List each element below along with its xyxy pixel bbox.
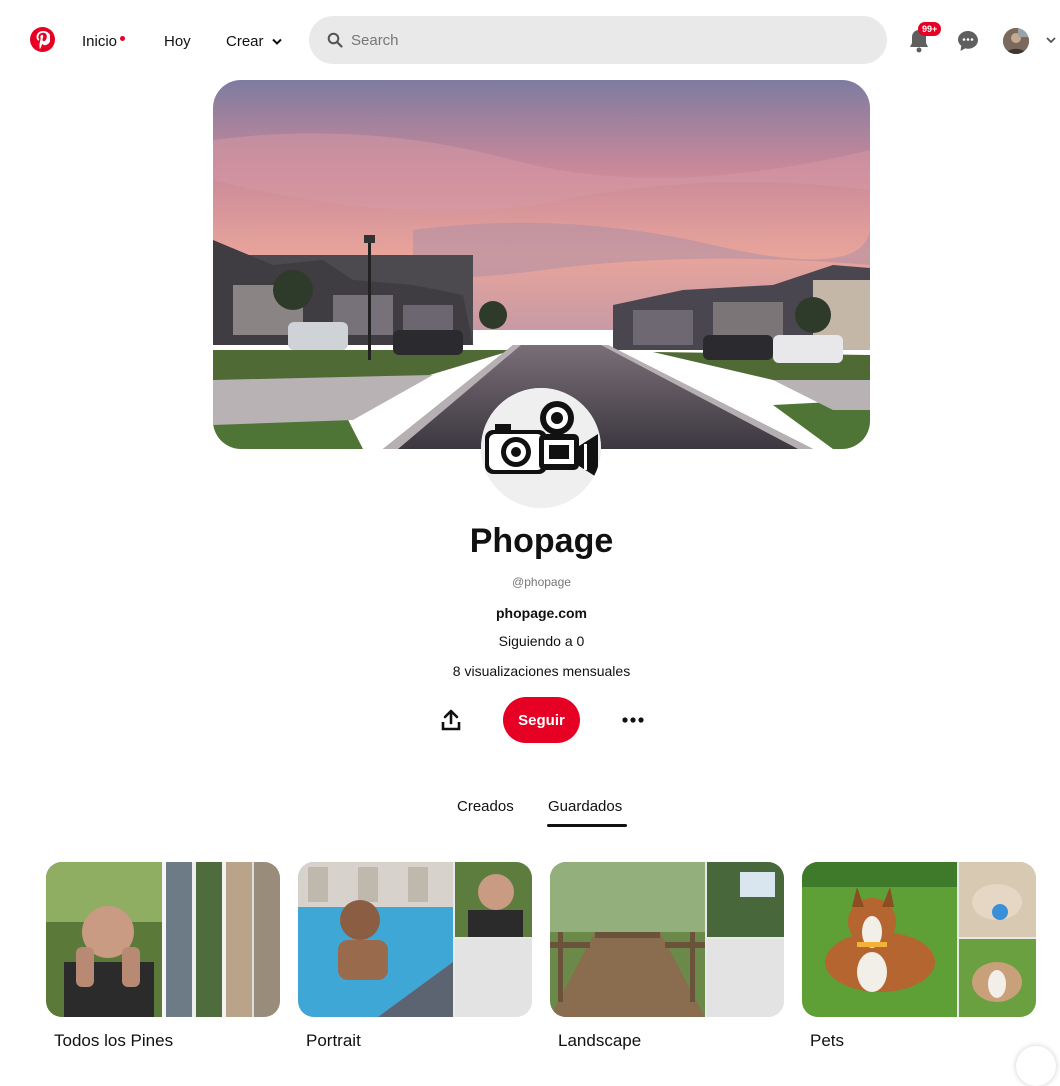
notifications-badge: 99+ xyxy=(918,22,942,36)
pinterest-logo-icon[interactable] xyxy=(30,27,55,52)
chevron-down-icon xyxy=(271,38,282,45)
search-icon xyxy=(327,32,343,48)
board-title[interactable]: Portrait xyxy=(306,1031,361,1051)
board-title[interactable]: Landscape xyxy=(558,1031,641,1051)
tab-creados[interactable]: Creados xyxy=(457,798,514,815)
user-avatar[interactable] xyxy=(1003,28,1029,54)
profile-website-link[interactable]: phopage.com xyxy=(0,605,1060,621)
nav-inicio[interactable]: Inicio xyxy=(82,33,126,50)
nav-hoy-label: Hoy xyxy=(164,33,191,50)
profile-avatar[interactable] xyxy=(481,388,601,508)
account-chevron-down-icon[interactable] xyxy=(1045,34,1057,46)
board-card[interactable] xyxy=(802,862,1036,1017)
active-tab-indicator xyxy=(547,824,627,827)
board-title[interactable]: Pets xyxy=(810,1031,844,1051)
search-input[interactable] xyxy=(349,30,853,50)
more-icon[interactable] xyxy=(620,707,646,733)
top-navigation: Inicio Hoy Crear 99+ xyxy=(0,0,1060,84)
nav-crear-label: Crear xyxy=(226,33,264,50)
monthly-views: 8 visualizaciones mensuales xyxy=(452,663,631,679)
help-button[interactable] xyxy=(1016,1046,1056,1086)
profile-name: Phopage xyxy=(469,522,614,560)
board-card[interactable] xyxy=(298,862,532,1017)
search-bar[interactable] xyxy=(309,16,887,64)
board-card[interactable] xyxy=(550,862,784,1017)
profile-handle: @phopage xyxy=(512,575,571,589)
following-count[interactable]: Siguiendo a 0 xyxy=(0,633,1060,649)
notification-dot xyxy=(120,35,126,41)
share-icon[interactable] xyxy=(441,709,461,731)
nav-hoy[interactable]: Hoy xyxy=(164,33,191,50)
nav-inicio-label: Inicio xyxy=(82,33,118,50)
follow-button[interactable]: Seguir xyxy=(503,697,580,743)
chat-icon[interactable] xyxy=(957,30,979,52)
nav-crear[interactable]: Crear xyxy=(226,33,282,50)
board-card[interactable] xyxy=(46,862,280,1017)
tab-guardados[interactable]: Guardados xyxy=(548,798,622,815)
board-title[interactable]: Todos los Pines xyxy=(54,1031,173,1051)
